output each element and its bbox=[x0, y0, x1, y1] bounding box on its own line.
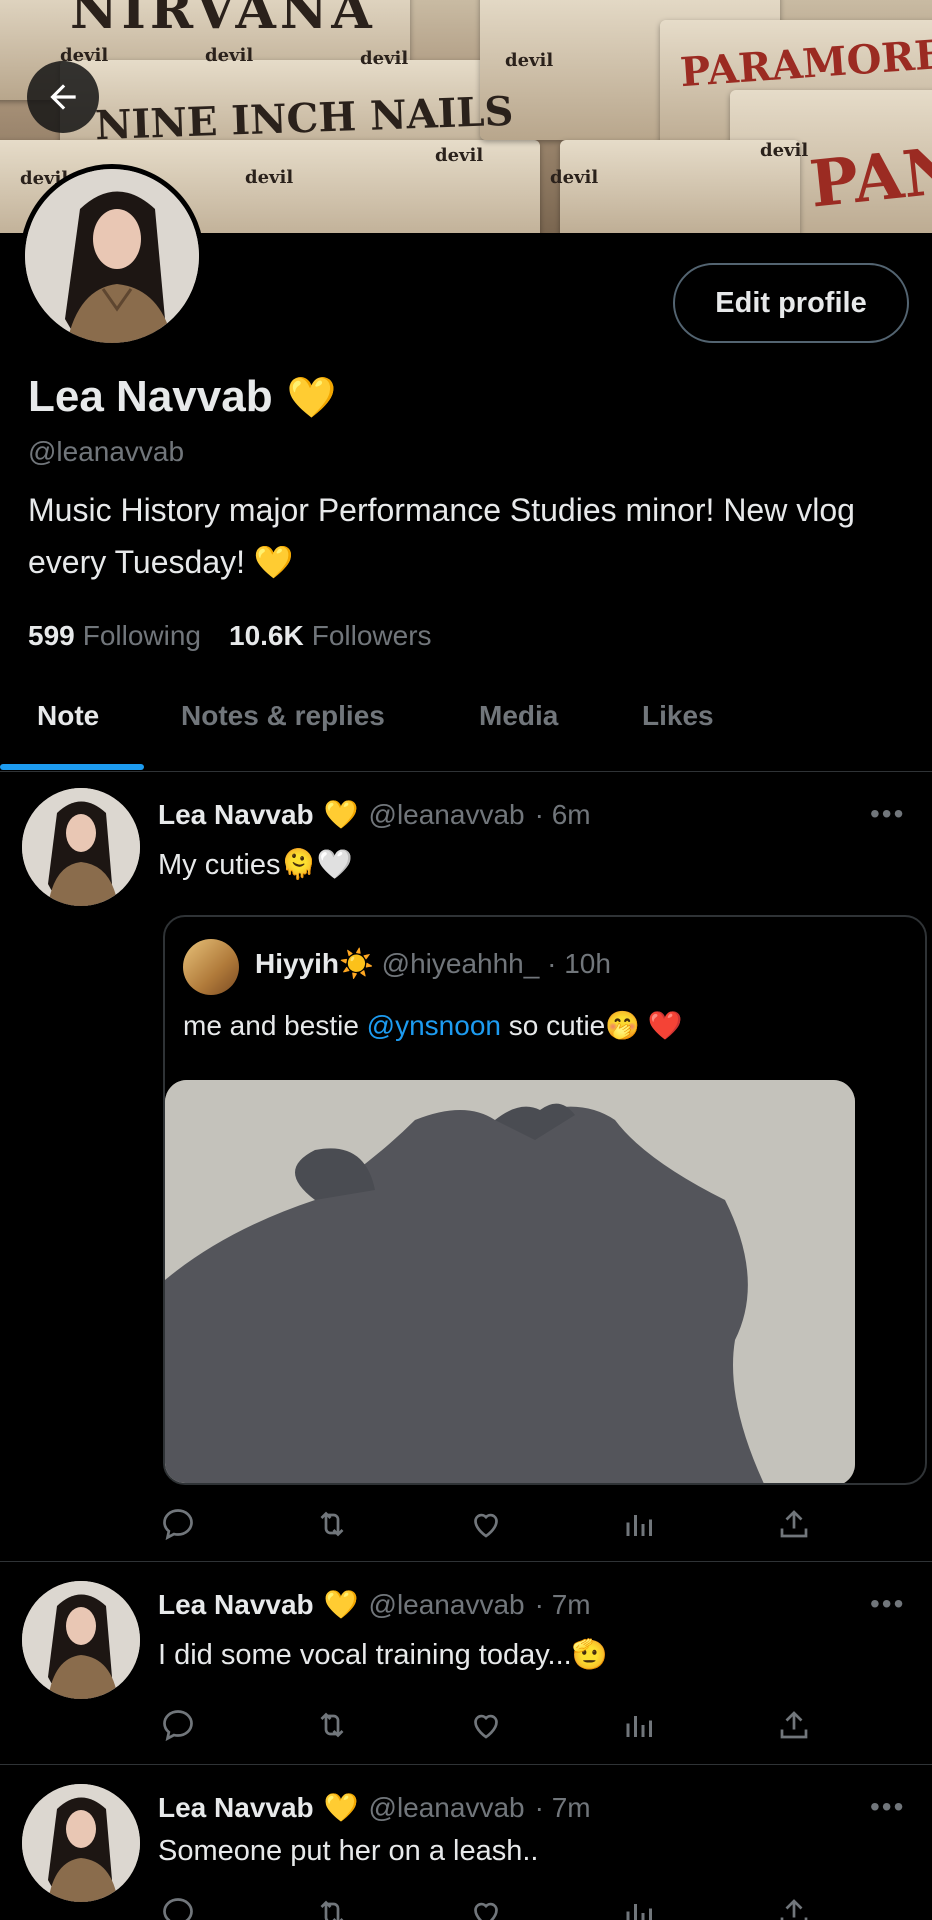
post-text: My cuties🫠🤍 bbox=[158, 849, 353, 881]
quoted-post-header: Hiyyih☀️ @hiyeahhh_ · 10h bbox=[255, 947, 611, 980]
views-icon[interactable] bbox=[622, 1895, 658, 1920]
quoted-author-handle[interactable]: @hiyeahhh_ bbox=[382, 948, 540, 979]
mention-link[interactable]: @ynsnoon bbox=[367, 1010, 501, 1041]
followers-link[interactable]: 10.6K Followers bbox=[229, 620, 432, 652]
back-arrow-icon bbox=[44, 78, 82, 116]
tab-notes-replies[interactable]: Notes & replies bbox=[181, 700, 385, 732]
post-author-handle[interactable]: @leanavvab bbox=[369, 799, 525, 831]
post-time: · 6m bbox=[534, 798, 591, 830]
verified-heart-icon: 💛 bbox=[323, 1791, 359, 1824]
profile-name-text: Lea Navvab bbox=[28, 372, 273, 421]
verified-heart-icon: 💛 bbox=[323, 798, 359, 831]
post-author-name[interactable]: Lea Navvab bbox=[158, 1589, 314, 1621]
post-header: Lea Navvab 💛 @leanavvab · 7m bbox=[158, 1791, 591, 1824]
profile-name: Lea Navvab 💛 bbox=[28, 372, 336, 422]
banner-scrawl: devil bbox=[760, 140, 809, 161]
share-icon[interactable] bbox=[776, 1707, 812, 1743]
reply-icon[interactable] bbox=[160, 1707, 196, 1743]
quoted-post-avatar[interactable] bbox=[183, 939, 239, 995]
more-icon[interactable]: ••• bbox=[870, 1791, 905, 1823]
following-label: Following bbox=[82, 620, 201, 651]
banner-scrawl: devil bbox=[505, 50, 554, 71]
post[interactable]: Lea Navvab 💛 @leanavvab · 7m ••• Someone… bbox=[0, 1765, 932, 1920]
back-button[interactable] bbox=[27, 61, 99, 133]
profile-tabs: Note Notes & replies Media Likes bbox=[0, 680, 932, 772]
banner-scrawl: devil bbox=[550, 167, 599, 188]
post-actions bbox=[160, 1895, 820, 1920]
more-icon[interactable]: ••• bbox=[870, 798, 905, 830]
followers-count: 10.6K bbox=[229, 620, 304, 651]
verified-heart-icon: 💛 bbox=[286, 374, 337, 421]
post-time: · 7m bbox=[534, 1791, 591, 1823]
like-icon[interactable] bbox=[468, 1707, 504, 1743]
following-link[interactable]: 599 Following bbox=[28, 620, 201, 652]
banner-scrawl: devil bbox=[435, 145, 484, 166]
post-time: · 7m bbox=[534, 1588, 591, 1620]
post-avatar[interactable] bbox=[22, 788, 140, 906]
post-actions bbox=[160, 1707, 820, 1747]
edit-profile-button[interactable]: Edit profile bbox=[673, 263, 909, 343]
tab-media[interactable]: Media bbox=[479, 700, 558, 732]
retweet-icon[interactable] bbox=[314, 1707, 350, 1743]
quoted-post-time: · 10h bbox=[547, 948, 611, 979]
profile-bio: Music History major Performance Studies … bbox=[28, 492, 855, 580]
retweet-icon[interactable] bbox=[314, 1895, 350, 1920]
banner-scrawl: devil bbox=[205, 45, 254, 66]
share-icon[interactable] bbox=[776, 1506, 812, 1542]
more-icon[interactable]: ••• bbox=[870, 1588, 905, 1620]
retweet-icon[interactable] bbox=[314, 1506, 350, 1542]
quoted-post[interactable]: Hiyyih☀️ @hiyeahhh_ · 10h me and bestie … bbox=[163, 915, 927, 1485]
post-actions bbox=[160, 1506, 820, 1546]
profile-stats: 599 Following 10.6K Followers bbox=[28, 620, 432, 652]
verified-heart-icon: 💛 bbox=[323, 1588, 359, 1621]
quoted-post-photo[interactable] bbox=[165, 1080, 855, 1483]
post-text: I did some vocal training today...🫡 bbox=[158, 1639, 608, 1671]
post-author-handle[interactable]: @leanavvab bbox=[369, 1792, 525, 1824]
tab-note[interactable]: Note bbox=[37, 700, 99, 732]
banner-scrawl: NIRVANA bbox=[70, 0, 376, 41]
active-tab-indicator bbox=[0, 764, 144, 770]
views-icon[interactable] bbox=[622, 1707, 658, 1743]
quoted-author-name[interactable]: Hiyyih☀️ bbox=[255, 948, 374, 979]
post-header: Lea Navvab 💛 @leanavvab · 7m bbox=[158, 1588, 591, 1621]
post[interactable]: Lea Navvab 💛 @leanavvab · 7m ••• I did s… bbox=[0, 1562, 932, 1765]
like-icon[interactable] bbox=[468, 1895, 504, 1920]
like-icon[interactable] bbox=[468, 1506, 504, 1542]
quoted-text-end: so cutie🤭 ❤️ bbox=[500, 1010, 683, 1041]
post-text: Someone put her on a leash.. bbox=[158, 1835, 539, 1867]
following-count: 599 bbox=[28, 620, 75, 651]
post-avatar[interactable] bbox=[22, 1784, 140, 1902]
post[interactable]: Lea Navvab 💛 @leanavvab · 6m ••• My cuti… bbox=[0, 772, 932, 1562]
banner-scrawl: devil bbox=[360, 48, 409, 69]
tab-likes[interactable]: Likes bbox=[642, 700, 714, 732]
quoted-text-start: me and bestie bbox=[183, 1010, 367, 1041]
reply-icon[interactable] bbox=[160, 1895, 196, 1920]
banner-scrawl: devil bbox=[245, 167, 294, 188]
quoted-post-text: me and bestie @ynsnoon so cutie🤭 ❤️ bbox=[183, 1009, 683, 1042]
share-icon[interactable] bbox=[776, 1895, 812, 1920]
reply-icon[interactable] bbox=[160, 1506, 196, 1542]
post-author-name[interactable]: Lea Navvab bbox=[158, 1792, 314, 1824]
post-author-name[interactable]: Lea Navvab bbox=[158, 799, 314, 831]
views-icon[interactable] bbox=[622, 1506, 658, 1542]
post-author-handle[interactable]: @leanavvab bbox=[369, 1589, 525, 1621]
profile-handle: @leanavvab bbox=[28, 436, 185, 467]
post-avatar[interactable] bbox=[22, 1581, 140, 1699]
profile-avatar[interactable] bbox=[20, 164, 204, 348]
followers-label: Followers bbox=[311, 620, 432, 651]
post-header: Lea Navvab 💛 @leanavvab · 6m bbox=[158, 798, 591, 831]
banner-scrawl: PAN bbox=[806, 132, 932, 223]
